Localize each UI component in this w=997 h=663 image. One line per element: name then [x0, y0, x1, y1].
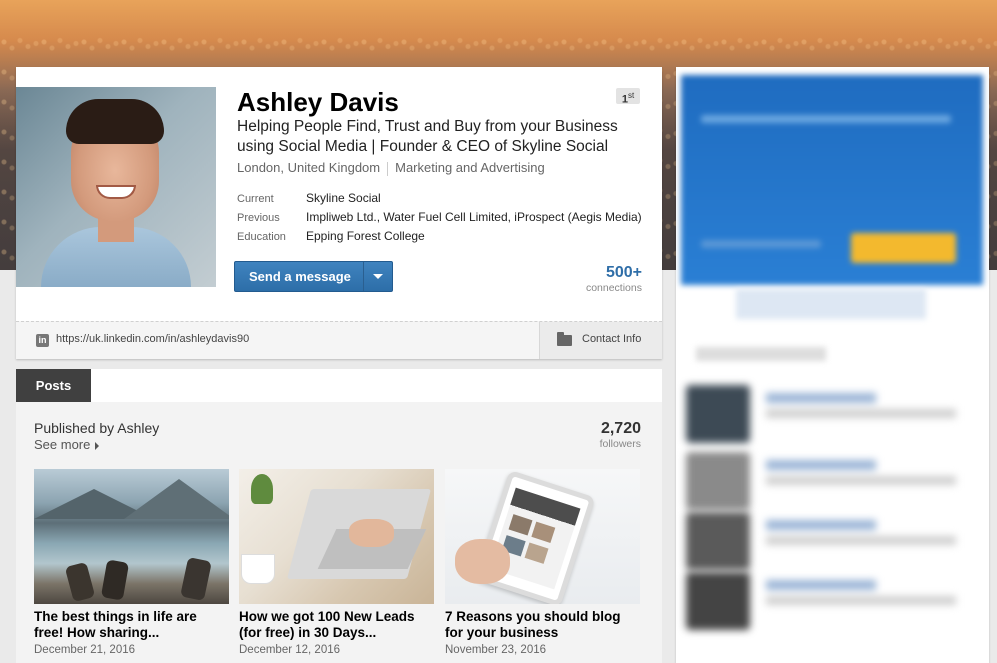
followers-count: 2,720 followers — [600, 420, 641, 450]
profile-details: Current Skyline Social Previous Impliweb L… — [237, 189, 642, 246]
detail-value[interactable]: Epping Forest College — [306, 229, 425, 243]
followers-number: 2,720 — [600, 420, 641, 437]
detail-label: Education — [237, 231, 286, 243]
post-card[interactable]: How we got 100 New Leads (for free) in 3… — [239, 469, 434, 656]
post-thumbnail[interactable] — [239, 469, 434, 604]
post-date: December 12, 2016 — [239, 644, 341, 656]
tab-posts[interactable]: Posts — [16, 369, 91, 402]
connections-number: 500+ — [605, 264, 642, 281]
profile-headline: Helping People Find, Trust and Buy from … — [237, 118, 618, 155]
detail-label: Current — [237, 193, 274, 205]
ad-banner[interactable] — [681, 75, 983, 285]
post-title[interactable]: 7 Reasons you should blog for your busin… — [445, 609, 640, 641]
connection-degree-badge: 1st — [616, 88, 640, 106]
post-title[interactable]: The best things in life are free! How sh… — [34, 609, 229, 641]
ad-heading — [696, 347, 826, 361]
profile-card: Ashley Davis 1st Helping People Find, Tr… — [16, 67, 662, 359]
ad-list-item[interactable] — [686, 385, 976, 445]
location-industry: London, United Kingdom Marketing and Adve… — [237, 160, 545, 176]
see-more-link[interactable]: See more — [34, 437, 100, 452]
posts-section: Posts Published by Ashley See more 2,720… — [16, 369, 662, 663]
followers-label: followers — [599, 438, 641, 450]
detail-value[interactable]: Skyline Social — [306, 191, 381, 205]
post-card[interactable]: 7 Reasons you should blog for your busin… — [445, 469, 640, 656]
connections-label: connections — [585, 282, 642, 294]
ad-list-item[interactable] — [686, 452, 976, 512]
post-date: November 23, 2016 — [445, 644, 547, 656]
detail-row-education: Education Epping Forest College — [237, 227, 642, 246]
chevron-down-icon[interactable] — [373, 274, 383, 279]
post-title[interactable]: How we got 100 New Leads (for free) in 3… — [239, 609, 434, 641]
post-date: December 21, 2016 — [34, 644, 136, 656]
linkedin-icon: in — [36, 334, 49, 347]
posts-tabbar: Posts — [16, 369, 662, 402]
detail-row-previous: Previous Impliweb Ltd., Water Fuel Cell L… — [237, 208, 642, 227]
post-thumbnail[interactable] — [445, 469, 640, 604]
industry[interactable]: Marketing and Advertising — [395, 160, 545, 175]
profile-url-link[interactable]: https://uk.linkedin.com/in/ashleydavis90 — [56, 333, 249, 345]
send-message-label: Send a message — [249, 269, 351, 284]
connections-count[interactable]: 500+ connections — [586, 264, 642, 294]
detail-value[interactable]: Impliweb Ltd., Water Fuel Cell Limited, … — [306, 210, 642, 224]
folder-icon — [557, 332, 572, 346]
send-message-button[interactable]: Send a message — [234, 261, 393, 292]
ad-sidebar — [676, 67, 989, 663]
detail-row-current: Current Skyline Social — [237, 189, 642, 208]
location[interactable]: London, United Kingdom — [237, 160, 380, 175]
detail-label: Previous — [237, 212, 280, 224]
post-card[interactable]: The best things in life are free! How sh… — [34, 469, 229, 656]
contact-info-button[interactable]: Contact Info — [539, 322, 662, 359]
ad-list-item[interactable] — [686, 572, 976, 632]
profile-name: Ashley Davis — [237, 87, 399, 117]
chevron-right-icon — [95, 441, 100, 450]
profile-photo[interactable] — [16, 87, 216, 287]
contact-info-label: Contact Info — [582, 333, 642, 345]
post-thumbnail[interactable] — [34, 469, 229, 604]
ad-subbanner — [736, 289, 926, 319]
published-by-heading: Published by Ashley — [34, 420, 160, 436]
profile-footer: in https://uk.linkedin.com/in/ashleydavi… — [16, 321, 662, 359]
ad-list-item[interactable] — [686, 512, 976, 572]
